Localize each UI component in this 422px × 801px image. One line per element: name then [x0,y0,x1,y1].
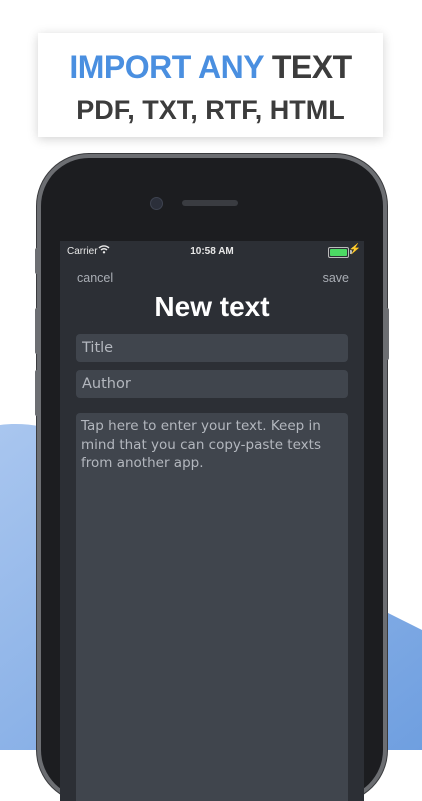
page-title: New text [154,291,270,322]
mute-switch [35,248,39,274]
volume-up-button [35,308,39,354]
banner-formats: PDF, TXT, RTF, HTML [76,95,345,125]
text-body-input[interactable] [76,413,348,801]
promo-banner: IMPORT ANY TEXT PDF, TXT, RTF, HTML [38,33,383,137]
battery-icon [328,247,349,258]
status-time: 10:58 AM [190,246,234,257]
earpiece-speaker [182,200,238,206]
volume-down-button [35,370,39,416]
power-button [385,308,389,360]
author-input[interactable] [76,370,348,398]
phone-frame: Carrier 10:58 AM ⚡ cancel save New text [35,158,389,801]
bolt-icon: ⚡ [348,244,361,255]
banner-headline: IMPORT ANY TEXT [38,49,383,86]
banner-headline-accent: IMPORT ANY [69,49,264,85]
title-input[interactable] [76,334,348,362]
save-button[interactable]: save [323,271,349,285]
front-camera [150,197,163,210]
status-bar: Carrier 10:58 AM ⚡ [60,241,364,261]
app-screen: Carrier 10:58 AM ⚡ cancel save New text [60,241,364,801]
banner-headline-rest: TEXT [271,49,352,85]
cancel-button[interactable]: cancel [77,271,113,285]
